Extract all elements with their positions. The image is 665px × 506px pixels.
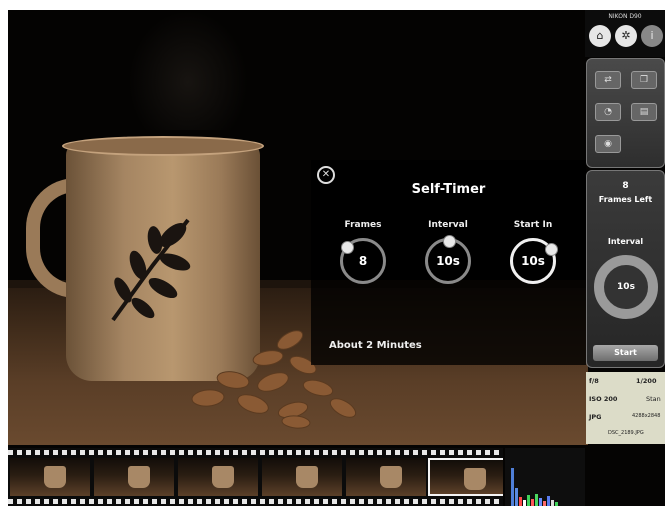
leaf-pattern — [111, 218, 191, 322]
thumbnail-4[interactable] — [262, 458, 342, 496]
settings-icon[interactable]: ✲ — [615, 25, 637, 47]
frames-dial-knob[interactable] — [341, 241, 354, 254]
format-value: JPG — [589, 413, 602, 421]
interval-progress-ring: 10s — [594, 255, 658, 319]
histogram-bar — [543, 501, 546, 506]
bracket-icon[interactable]: ▤ — [631, 103, 657, 121]
histogram-bar — [539, 498, 542, 506]
interval-label: Interval — [428, 220, 468, 230]
frames-remaining-count: 8 — [622, 181, 629, 191]
frames-dial-group: Frames 8 — [321, 220, 405, 284]
home-icon[interactable]: ⌂ — [589, 25, 611, 47]
mug-rim — [62, 136, 264, 156]
duration-estimate: About 2 Minutes — [329, 340, 422, 351]
frames-label: Frames — [344, 220, 382, 230]
aperture-value: f/8 — [589, 377, 599, 385]
transfer-icon[interactable]: ⇄ — [595, 71, 621, 89]
histogram-bar — [535, 494, 538, 506]
shutter-value: 1/200 — [636, 377, 657, 385]
info-icon[interactable]: i — [641, 25, 663, 47]
filename-value: DSC_2189.JPG — [608, 430, 644, 436]
filmstrip-bottom-perforations — [8, 499, 503, 504]
interval-dial-knob[interactable] — [443, 235, 456, 248]
interval-dial-group: Interval 10s — [406, 220, 490, 284]
self-timer-panel: ✕ Self-Timer Frames 8 Interval 10s Start… — [311, 160, 586, 365]
frames-dial[interactable]: 8 — [340, 238, 386, 284]
start-in-dial-knob[interactable] — [545, 243, 558, 256]
histogram-bar — [523, 500, 526, 506]
histogram-bar — [519, 497, 522, 506]
image-size-value: 4288x2848 — [632, 413, 661, 419]
thumbnail-5[interactable] — [346, 458, 426, 496]
start-in-label: Start In — [513, 220, 553, 230]
live-view-screen: ✕ Self-Timer Frames 8 Interval 10s Start… — [8, 10, 665, 506]
histogram-bar — [547, 496, 550, 506]
metering-value: Stan — [646, 395, 661, 403]
histogram-bar — [515, 488, 518, 506]
frames-left-label: Frames Left — [598, 195, 653, 204]
live-view-photo[interactable]: ✕ Self-Timer Frames 8 Interval 10s Start… — [8, 10, 588, 445]
interval-value: 10s — [436, 254, 460, 268]
histogram-bar — [555, 502, 558, 506]
thumbnail-3[interactable] — [178, 458, 258, 496]
histogram-bar — [511, 468, 514, 506]
camera-model: NIKON D90 — [608, 13, 642, 20]
start-in-dial-group: Start In 10s — [491, 220, 575, 284]
iso-value: ISO 200 — [589, 395, 618, 403]
interval-dial[interactable]: 10s — [425, 235, 471, 284]
top-bar: NIKON D90 ⌂ ✲ i — [585, 10, 665, 57]
eye-icon[interactable]: ◉ — [595, 135, 621, 153]
self-timer-title: Self-Timer — [411, 182, 486, 197]
histogram-bar — [551, 500, 554, 506]
copy-icon[interactable]: ❐ — [631, 71, 657, 89]
histogram-bar — [527, 495, 530, 506]
thumbnail-6-selected[interactable] — [428, 458, 503, 496]
start-button[interactable]: Start — [593, 345, 658, 361]
thumbnail-2[interactable] — [94, 458, 174, 496]
frames-value: 8 — [358, 254, 368, 268]
histogram — [505, 448, 585, 506]
histogram-bar — [531, 499, 534, 506]
timer-icon[interactable]: ◔ — [595, 103, 621, 121]
intervalometer-panel: 8 Frames Left Interval 10s Start — [586, 170, 665, 368]
steam — [128, 10, 248, 130]
tool-palette: ⇄ ❐ ◔ ▤ ◉ — [586, 58, 665, 168]
thumbnail-1[interactable] — [10, 458, 90, 496]
interval-ring-value: 10s — [617, 282, 635, 292]
shot-info-panel: f/8 1/200 ISO 200 Stan JPG 4288x2848 DSC… — [586, 372, 665, 444]
filmstrip-top-perforations — [8, 450, 503, 455]
interval-heading: Interval — [607, 237, 644, 246]
filmstrip[interactable] — [8, 448, 503, 506]
start-in-value: 10s — [521, 254, 545, 268]
start-in-dial[interactable]: 10s — [510, 238, 558, 284]
